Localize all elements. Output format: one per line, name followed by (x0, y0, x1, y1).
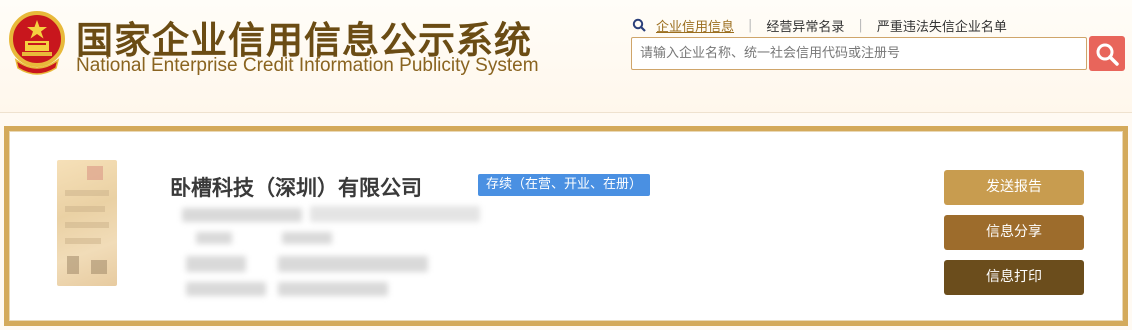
site-subtitle: National Enterprise Credit Information P… (76, 55, 539, 76)
nav-link-enterprise-credit[interactable]: 企业信用信息 (656, 16, 734, 35)
redacted-info (186, 282, 266, 296)
company-card: 卧槽科技（深圳）有限公司 存续（在营、开业、在册） 发送报告 信息分享 信息打印 (4, 126, 1128, 326)
redacted-info (282, 232, 332, 244)
redacted-info (182, 208, 302, 222)
site-header: 国家企业信用信息公示系统 National Enterprise Credit … (0, 0, 1132, 113)
redacted-info (278, 256, 428, 272)
send-report-button[interactable]: 发送报告 (944, 170, 1084, 205)
business-license-thumbnail[interactable] (57, 160, 117, 286)
company-card-body: 卧槽科技（深圳）有限公司 存续（在营、开业、在册） 发送报告 信息分享 信息打印 (9, 131, 1123, 321)
search-icon (1096, 43, 1119, 66)
top-nav-links: 企业信用信息 | 经营异常名录 | 严重违法失信企业名单 (632, 16, 1007, 35)
search-box (631, 37, 1088, 70)
nav-divider: | (858, 17, 863, 33)
search-input[interactable] (632, 38, 1088, 69)
redacted-info (196, 232, 232, 244)
redacted-info (278, 282, 388, 296)
national-emblem-icon (9, 11, 65, 75)
print-info-button[interactable]: 信息打印 (944, 260, 1084, 295)
search-icon (632, 18, 646, 32)
company-name: 卧槽科技（深圳）有限公司 (170, 176, 422, 200)
status-badge: 存续（在营、开业、在册） (478, 174, 651, 196)
share-info-button[interactable]: 信息分享 (944, 215, 1084, 250)
search-button[interactable] (1089, 36, 1125, 71)
redacted-info (310, 206, 480, 222)
nav-link-serious-violations[interactable]: 严重违法失信企业名单 (877, 16, 1007, 35)
redacted-info (186, 256, 246, 272)
nav-divider: | (748, 17, 753, 33)
nav-link-abnormal-operations[interactable]: 经营异常名录 (766, 16, 844, 35)
